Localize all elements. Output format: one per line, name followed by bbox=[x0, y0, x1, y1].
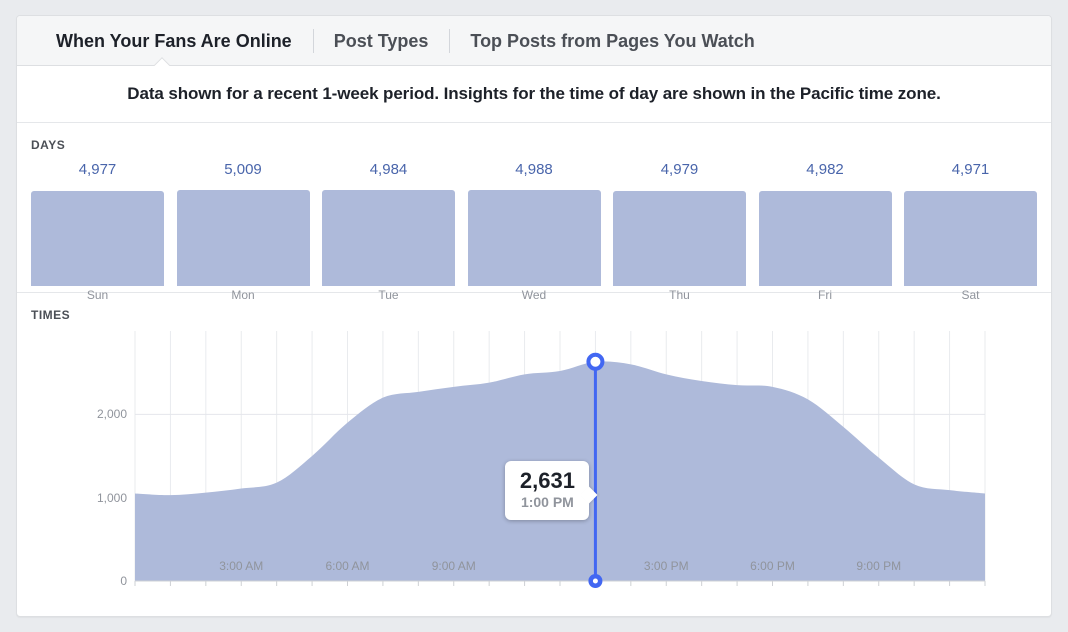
chart-tooltip: 2,631 1:00 PM bbox=[505, 461, 589, 520]
day-bar[interactable] bbox=[31, 191, 164, 286]
day-bar[interactable] bbox=[904, 191, 1037, 286]
day-value: 4,971 bbox=[904, 159, 1037, 184]
times-section: TIMES 0 1,000 2,000 3:00 AM 6:00 AM 9:00 AM 3… bbox=[17, 293, 1051, 617]
times-section-label: TIMES bbox=[31, 308, 1037, 322]
tab-label: Top Posts from Pages You Watch bbox=[470, 31, 754, 51]
tab-when-your-fans-are-online[interactable]: When Your Fans Are Online bbox=[35, 16, 313, 66]
x-axis-tick-label: 3:00 AM bbox=[219, 559, 263, 573]
day-bar[interactable] bbox=[613, 191, 746, 286]
day-column[interactable]: 5,009 bbox=[177, 159, 310, 286]
day-bar[interactable] bbox=[322, 190, 455, 286]
tooltip-time: 1:00 PM bbox=[519, 494, 575, 511]
tab-top-posts-from-pages-you-watch[interactable]: Top Posts from Pages You Watch bbox=[449, 16, 775, 66]
day-bar-wrap bbox=[322, 184, 455, 286]
day-bar-wrap bbox=[759, 184, 892, 286]
day-column[interactable]: 4,979 bbox=[613, 159, 746, 286]
day-bar-wrap bbox=[177, 184, 310, 286]
tab-label: When Your Fans Are Online bbox=[56, 31, 292, 51]
day-column[interactable]: 4,984 bbox=[322, 159, 455, 286]
tab-label: Post Types bbox=[334, 31, 429, 51]
page-root: When Your Fans Are Online Post Types Top… bbox=[0, 0, 1068, 632]
active-tab-pointer-icon bbox=[154, 57, 170, 66]
day-value: 4,982 bbox=[759, 159, 892, 184]
highlight-bottom-marker-dot-icon bbox=[593, 579, 598, 584]
day-column[interactable]: 4,988 bbox=[468, 159, 601, 286]
x-axis-tick-label: 3:00 PM bbox=[644, 559, 689, 573]
tab-post-types[interactable]: Post Types bbox=[313, 16, 450, 66]
day-value: 5,009 bbox=[177, 159, 310, 184]
y-axis-tick-label: 1,000 bbox=[97, 491, 127, 505]
day-bar[interactable] bbox=[468, 190, 601, 286]
day-value: 4,988 bbox=[468, 159, 601, 184]
tab-bar: When Your Fans Are Online Post Types Top… bbox=[17, 16, 1051, 66]
day-value: 4,984 bbox=[322, 159, 455, 184]
day-column[interactable]: 4,977 bbox=[31, 159, 164, 286]
x-axis-tick-label: 9:00 AM bbox=[432, 559, 476, 573]
subtitle-row: Data shown for a recent 1-week period. I… bbox=[17, 66, 1051, 123]
x-axis-tick-label: 9:00 PM bbox=[856, 559, 901, 573]
days-section: DAYS 4,977 5,009 4,984 4,988 4,979 4,982 4,971… bbox=[17, 123, 1051, 293]
x-axis-tick-label: 6:00 AM bbox=[325, 559, 369, 573]
times-area-chart[interactable]: 0 1,000 2,000 3:00 AM 6:00 AM 9:00 AM 3:00 PM… bbox=[17, 323, 1051, 613]
insights-card: When Your Fans Are Online Post Types Top… bbox=[16, 15, 1052, 617]
y-axis-labels: 0 1,000 2,000 bbox=[75, 323, 127, 613]
day-bar-wrap bbox=[468, 184, 601, 286]
day-bar-wrap bbox=[31, 184, 164, 286]
day-column[interactable]: 4,971 bbox=[904, 159, 1037, 286]
tooltip-value: 2,631 bbox=[519, 468, 575, 494]
day-bar[interactable] bbox=[759, 191, 892, 286]
y-axis-tick-label: 2,000 bbox=[97, 407, 127, 421]
days-section-label: DAYS bbox=[31, 138, 1037, 152]
days-bar-chart: 4,977 5,009 4,984 4,988 4,979 4,982 4,971 bbox=[31, 159, 1037, 286]
day-bar-wrap bbox=[613, 184, 746, 286]
day-bar[interactable] bbox=[177, 190, 310, 286]
y-axis-tick-label: 0 bbox=[120, 574, 127, 588]
data-period-note: Data shown for a recent 1-week period. I… bbox=[127, 84, 940, 104]
day-value: 4,977 bbox=[31, 159, 164, 184]
x-axis-tick-label: 6:00 PM bbox=[750, 559, 795, 573]
day-bar-wrap bbox=[904, 184, 1037, 286]
day-value: 4,979 bbox=[613, 159, 746, 184]
highlight-top-marker-icon bbox=[588, 355, 602, 369]
day-column[interactable]: 4,982 bbox=[759, 159, 892, 286]
